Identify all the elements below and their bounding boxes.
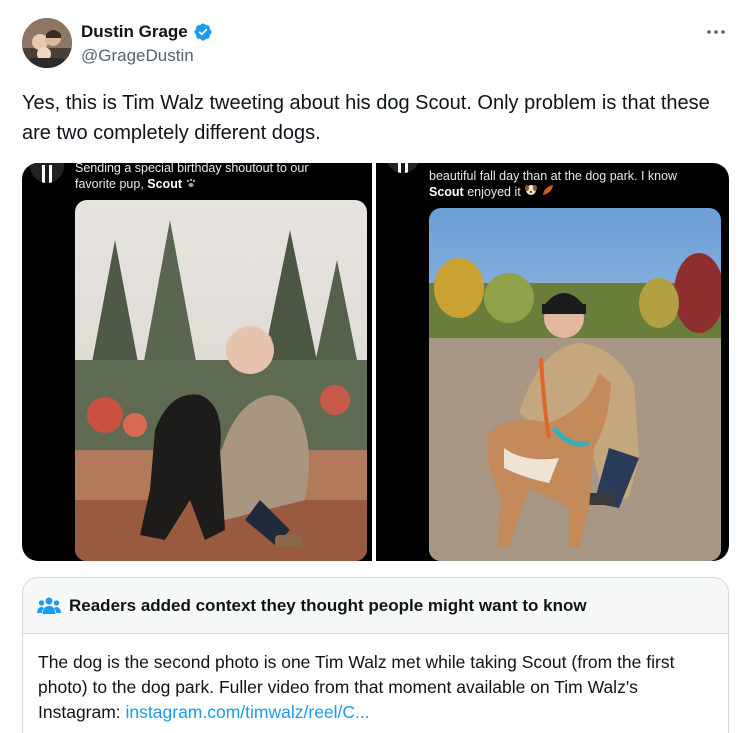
dog-icon: [524, 185, 541, 199]
paw-icon: [185, 177, 197, 191]
embedded-avatar-2: [386, 163, 420, 173]
community-note-link[interactable]: instagram.com/timwalz/reel/C...: [126, 702, 370, 722]
community-note-body: The dog is the second photo is one Tim W…: [23, 634, 728, 725]
media-left-panel[interactable]: Sending a special birthday shoutout to o…: [22, 163, 372, 561]
community-note: Readers added context they thought peopl…: [22, 577, 729, 733]
display-name[interactable]: Dustin Grage: [81, 22, 188, 42]
scout-birthday-photo[interactable]: [75, 200, 367, 561]
people-icon: [37, 596, 61, 616]
more-options-icon[interactable]: [704, 24, 728, 40]
left-caption: Sending a special birthday shoutout to o…: [75, 163, 345, 192]
right-caption-scout: Scout: [429, 185, 464, 199]
right-caption: beautiful fall day than at the dog park.…: [429, 168, 719, 200]
tweet-text: Yes, this is Tim Walz tweeting about his…: [22, 92, 710, 144]
name-row: Dustin Grage: [81, 22, 213, 42]
avatar[interactable]: [22, 18, 72, 68]
right-caption-suffix: enjoyed it: [463, 185, 521, 199]
embedded-avatar: [30, 163, 64, 183]
verified-badge-icon: [193, 22, 213, 42]
tweet-header: Dustin Grage @GrageDustin: [22, 18, 732, 72]
left-caption-scout: Scout: [147, 177, 182, 191]
media-grid[interactable]: Sending a special birthday shoutout to o…: [22, 163, 729, 561]
media-right-panel[interactable]: beautiful fall day than at the dog park.…: [376, 163, 729, 561]
community-note-title: Readers added context they thought peopl…: [69, 595, 587, 615]
right-caption-line1: beautiful fall day than at the dog park.…: [429, 169, 678, 183]
handle[interactable]: @GrageDustin: [81, 46, 194, 66]
community-note-header: Readers added context they thought peopl…: [23, 578, 728, 634]
leaf-icon: [542, 185, 554, 199]
dog-park-photo[interactable]: [429, 208, 721, 561]
